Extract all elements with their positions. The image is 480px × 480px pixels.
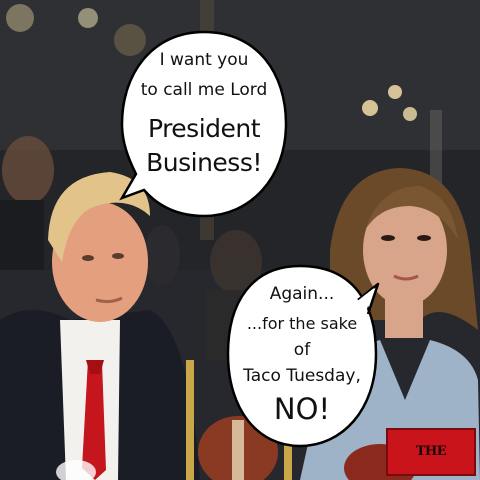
bubble-line: Taco Tuesday,	[243, 366, 361, 386]
bubble-line: Again...	[269, 284, 335, 304]
bubble-line: Business!	[146, 148, 262, 177]
speech-bubble-left: I want you to call me Lord President Bus…	[118, 28, 290, 228]
bubble-line: President	[147, 114, 261, 143]
bubble-line: to call me Lord	[140, 80, 268, 100]
bubble-line: NO!	[273, 392, 331, 426]
meme-image: I want you to call me Lord President Bus…	[0, 0, 480, 480]
bubble-line: ...for the sake	[246, 314, 358, 333]
bubble-line: I want you	[159, 50, 249, 70]
bubble-line: of	[293, 340, 311, 360]
speech-bubble-right: Again... ...for the sake of Taco Tuesday…	[222, 262, 382, 452]
watermark-logo: THE EDD666	[386, 428, 476, 476]
